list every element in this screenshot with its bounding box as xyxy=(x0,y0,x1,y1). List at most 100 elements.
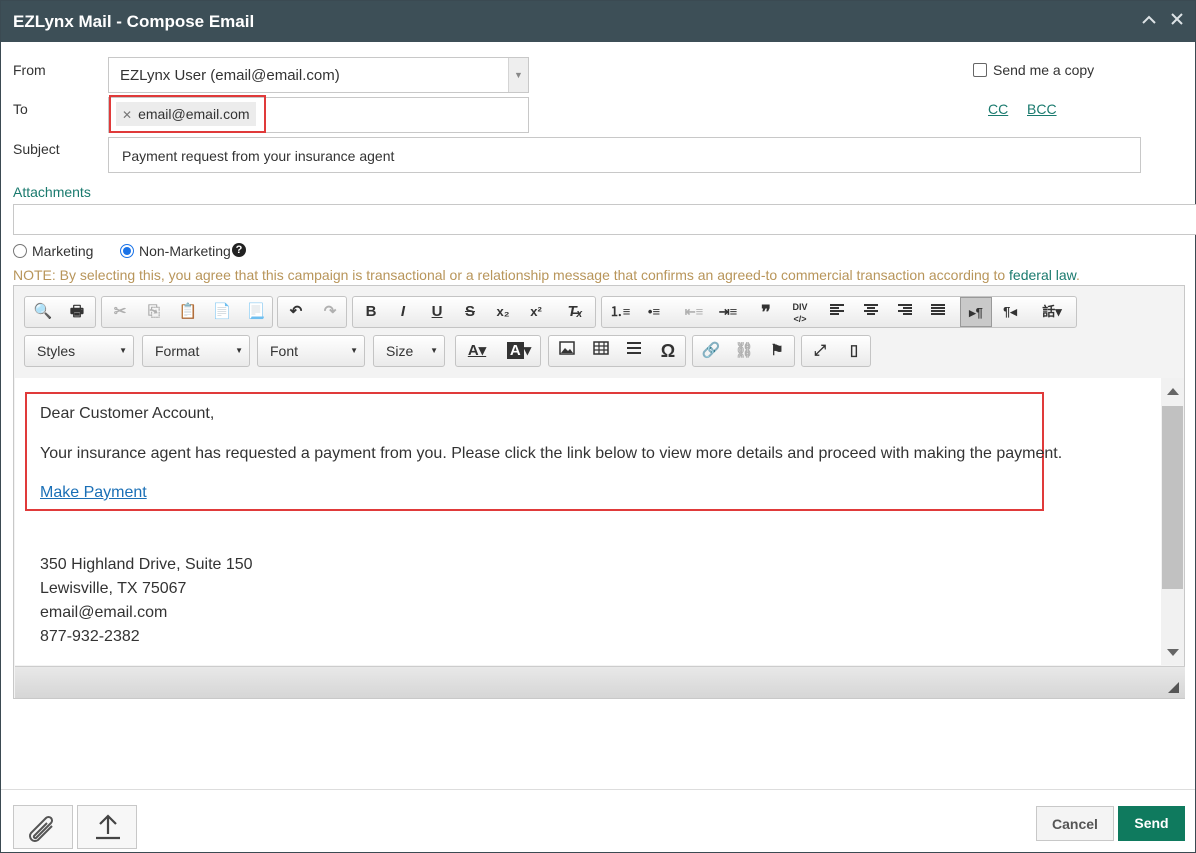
increase-indent-icon[interactable]: ⇥≡ xyxy=(712,297,744,327)
maximize-icon[interactable]: ⤢ xyxy=(804,336,836,366)
resize-grip-icon[interactable] xyxy=(1168,682,1179,693)
horizontal-line-icon[interactable] xyxy=(618,336,650,366)
div-container-icon[interactable]: DIV </> xyxy=(784,297,816,327)
anchor-flag-icon[interactable]: ⚑ xyxy=(761,336,793,366)
paste-text-icon[interactable]: 📄 xyxy=(206,297,238,327)
strikethrough-icon[interactable]: S xyxy=(454,297,486,327)
underline-icon[interactable]: U xyxy=(421,297,453,327)
send-button[interactable]: Send xyxy=(1118,806,1185,841)
cut-icon[interactable]: ✂ xyxy=(104,297,136,327)
scroll-down-icon[interactable] xyxy=(1167,649,1179,656)
special-character-icon[interactable]: Ω xyxy=(652,336,684,366)
format-dropdown[interactable]: Format ▼ xyxy=(142,335,250,367)
attach-file-button[interactable] xyxy=(13,805,73,849)
print-icon[interactable]: 🖶 xyxy=(61,297,93,327)
caret-down-icon: ▼ xyxy=(350,346,358,355)
from-label: From xyxy=(13,62,46,78)
paste-icon[interactable]: 📋 xyxy=(172,297,204,327)
bcc-link[interactable]: BCC xyxy=(1027,101,1057,117)
from-select[interactable]: EZLynx User (email@email.com) ▼ xyxy=(108,57,529,93)
toolbar-group-links: 🔗 ⛓ ⚑ xyxy=(692,335,795,367)
image-icon[interactable] xyxy=(551,336,583,366)
scroll-thumb[interactable] xyxy=(1162,406,1183,589)
cc-link[interactable]: CC xyxy=(988,101,1008,117)
format-select: Format ▼ xyxy=(143,336,249,366)
caret-down-icon: ▼ xyxy=(430,346,438,355)
recipient-chip-highlight: ✕ email@email.com xyxy=(109,95,266,133)
align-right-icon[interactable] xyxy=(889,297,921,327)
undo-icon[interactable]: ↶ xyxy=(280,297,312,327)
non-marketing-radio[interactable] xyxy=(120,244,134,258)
language-icon[interactable]: 話▾ xyxy=(1032,297,1072,327)
background-color-icon[interactable]: A ▾ xyxy=(500,336,538,366)
cancel-button[interactable]: Cancel xyxy=(1036,806,1114,841)
copy-icon[interactable]: ⎘ xyxy=(138,297,170,327)
decrease-indent-icon[interactable]: ⇤≡ xyxy=(678,297,710,327)
upload-icon xyxy=(96,814,120,840)
marketing-label: Marketing xyxy=(32,243,94,259)
show-blocks-icon[interactable]: ▯ xyxy=(838,336,870,366)
signature-email: email@email.com xyxy=(40,604,168,621)
send-copy-label: Send me a copy xyxy=(993,62,1095,78)
numbered-list-icon[interactable]: ⒈≡ xyxy=(604,297,636,327)
address-line-1: 350 Highland Drive, Suite 150 xyxy=(40,556,253,573)
caret-down-icon: ▼ xyxy=(235,346,243,355)
editor-status-bar xyxy=(15,666,1185,698)
message-text: Your insurance agent has requested a pay… xyxy=(40,445,1063,462)
bold-icon[interactable]: B xyxy=(355,297,387,327)
styles-dropdown[interactable]: Styles ▼ xyxy=(24,335,134,367)
from-value: EZLynx User (email@email.com) xyxy=(120,67,340,84)
make-payment-link[interactable]: Make Payment xyxy=(40,484,147,502)
paste-word-icon[interactable]: 📃 xyxy=(240,297,272,327)
styles-label: Styles xyxy=(37,343,76,359)
justify-icon[interactable] xyxy=(922,297,954,327)
text-direction-rtl-icon[interactable]: ¶◂ xyxy=(994,297,1026,327)
recipient-chip: ✕ email@email.com xyxy=(116,102,256,126)
remove-recipient-icon[interactable]: ✕ xyxy=(122,108,132,122)
text-direction-ltr-icon[interactable]: ▸¶ xyxy=(960,297,992,327)
table-icon[interactable] xyxy=(585,336,617,366)
subject-value: Payment request from your insurance agen… xyxy=(122,148,395,164)
attachments-label: Attachments xyxy=(13,184,91,200)
redo-icon[interactable]: ↷ xyxy=(314,297,346,327)
preview-icon[interactable]: 🔍 xyxy=(27,297,59,327)
bulleted-list-icon[interactable]: •≡ xyxy=(638,297,670,327)
help-icon[interactable]: ? xyxy=(232,243,246,257)
footer-divider xyxy=(1,789,1195,790)
toolbar-group-basicstyles: B I U S x₂ x² T̶ₓ xyxy=(352,296,596,328)
compose-email-window: EZLynx Mail - Compose Email From EZLynx … xyxy=(0,0,1196,853)
superscript-icon[interactable]: x² xyxy=(520,297,552,327)
scroll-up-icon[interactable] xyxy=(1167,388,1179,395)
toolbar-group-tools: ⤢ ▯ xyxy=(801,335,871,367)
address-line-2: Lewisville, TX 75067 xyxy=(40,580,187,597)
rich-text-editor: 🔍 🖶 ✂ ⎘ 📋 📄 📃 ↶ ↷ B I U S x₂ x² T̶ₓ ⒈≡ •… xyxy=(13,285,1185,699)
dropdown-arrow-icon[interactable]: ▼ xyxy=(508,58,528,92)
font-dropdown[interactable]: Font ▼ xyxy=(257,335,365,367)
link-icon[interactable]: 🔗 xyxy=(695,336,727,366)
remove-format-icon[interactable]: T̶ₓ xyxy=(559,297,591,327)
send-copy-checkbox[interactable] xyxy=(973,63,987,77)
unlink-icon[interactable]: ⛓ xyxy=(728,336,760,366)
toolbar-group-document: 🔍 🖶 xyxy=(24,296,96,328)
chevron-up-icon[interactable] xyxy=(1139,11,1159,31)
attachments-area[interactable] xyxy=(13,204,1196,235)
subscript-icon[interactable]: x₂ xyxy=(487,297,519,327)
align-center-icon[interactable] xyxy=(855,297,887,327)
marketing-radio[interactable] xyxy=(13,244,27,258)
window-title: EZLynx Mail - Compose Email xyxy=(13,12,255,31)
font-select: Font ▼ xyxy=(258,336,364,366)
editor-scrollbar[interactable] xyxy=(1161,378,1184,665)
italic-icon[interactable]: I xyxy=(387,297,419,327)
text-color-icon[interactable]: A▾ xyxy=(458,336,496,366)
size-dropdown[interactable]: Size ▼ xyxy=(373,335,445,367)
align-left-icon[interactable] xyxy=(821,297,853,327)
upload-button[interactable] xyxy=(77,805,137,849)
close-icon[interactable] xyxy=(1167,11,1187,31)
note-body: NOTE: By selecting this, you agree that … xyxy=(13,267,1010,283)
editor-content[interactable]: Dear Customer Account, Your insurance ag… xyxy=(15,378,1161,665)
federal-law-link[interactable]: federal law xyxy=(1009,267,1076,283)
blockquote-icon[interactable]: ❞ xyxy=(750,297,782,327)
toolbar-group-clipboard: ✂ ⎘ 📋 📄 📃 xyxy=(101,296,273,328)
to-field[interactable]: ✕ email@email.com xyxy=(108,95,529,133)
subject-input[interactable]: Payment request from your insurance agen… xyxy=(108,137,1141,173)
